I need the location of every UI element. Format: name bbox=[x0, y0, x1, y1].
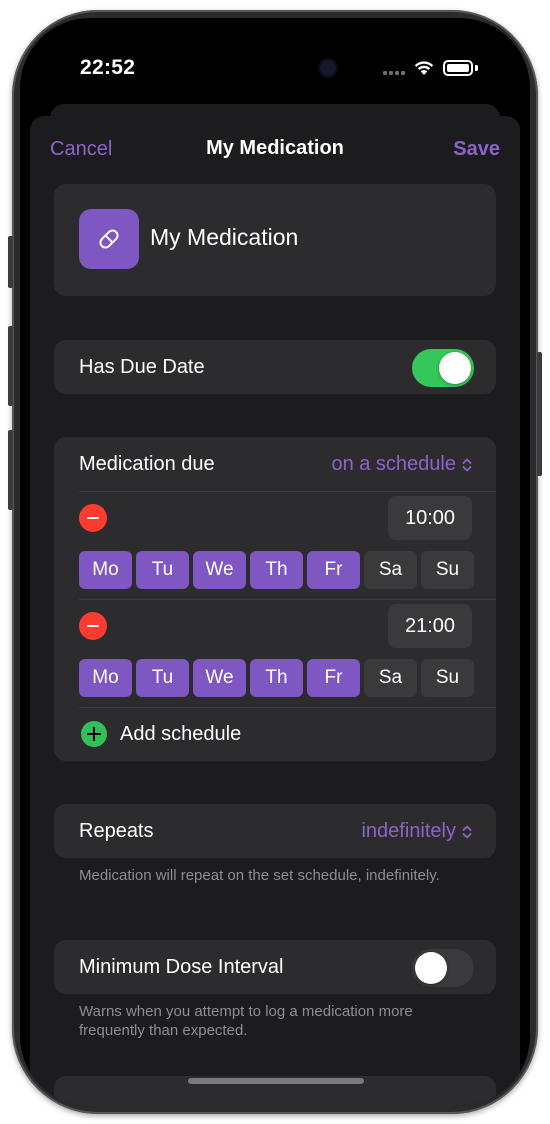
cellular-icon bbox=[383, 61, 405, 75]
divider bbox=[79, 491, 496, 492]
day-toggle-su[interactable]: Su bbox=[421, 551, 474, 589]
min-dose-interval-label: Minimum Dose Interval bbox=[79, 956, 284, 978]
day-toggle-th[interactable]: Th bbox=[250, 551, 303, 589]
medication-name-field[interactable]: My Medication bbox=[150, 224, 298, 251]
day-toggle-sa[interactable]: Sa bbox=[364, 659, 417, 697]
repeats-row: Repeats indefinitely bbox=[54, 804, 496, 858]
divider bbox=[79, 707, 496, 708]
has-due-date-label: Has Due Date bbox=[79, 356, 205, 378]
weekday-selector: Mo Tu We Th Fr Sa Su bbox=[79, 659, 474, 697]
day-toggle-su[interactable]: Su bbox=[421, 659, 474, 697]
min-dose-interval-row: Minimum Dose Interval bbox=[54, 940, 496, 994]
has-due-date-row: Has Due Date bbox=[54, 340, 496, 394]
remove-schedule-button[interactable] bbox=[79, 504, 107, 532]
medication-sheet: Cancel My Medication Save My Medication … bbox=[30, 116, 520, 1106]
day-toggle-tu[interactable]: Tu bbox=[136, 551, 189, 589]
day-toggle-mo[interactable]: Mo bbox=[79, 551, 132, 589]
schedule-time-picker[interactable]: 10:00 bbox=[388, 496, 472, 540]
day-toggle-we[interactable]: We bbox=[193, 551, 246, 589]
status-icons bbox=[383, 58, 478, 78]
power-button bbox=[537, 352, 542, 476]
save-button[interactable]: Save bbox=[453, 138, 500, 161]
pill-icon bbox=[99, 229, 119, 249]
add-schedule-icon[interactable] bbox=[81, 721, 107, 747]
screen: 22:52 Cancel My Medication Save My Medic… bbox=[20, 18, 530, 1106]
divider bbox=[79, 599, 496, 600]
volume-down-button bbox=[8, 430, 13, 510]
home-indicator[interactable] bbox=[188, 1078, 364, 1084]
min-dose-interval-toggle[interactable] bbox=[412, 949, 474, 987]
remove-schedule-button[interactable] bbox=[79, 612, 107, 640]
weekday-selector: Mo Tu We Th Fr Sa Su bbox=[79, 551, 474, 589]
chevron-up-down-icon bbox=[462, 825, 472, 838]
status-time: 22:52 bbox=[80, 56, 136, 79]
medication-due-picker[interactable]: on a schedule bbox=[331, 453, 472, 476]
day-toggle-fr[interactable]: Fr bbox=[307, 659, 360, 697]
volume-up-button bbox=[8, 326, 13, 406]
chevron-up-down-icon bbox=[462, 458, 472, 471]
action-button bbox=[8, 236, 13, 288]
min-dose-interval-footnote: Warns when you attempt to log a medicati… bbox=[79, 1003, 413, 1039]
sheet-title: My Medication bbox=[206, 137, 344, 159]
repeats-label: Repeats bbox=[79, 820, 154, 842]
add-schedule-button[interactable]: Add schedule bbox=[120, 723, 241, 746]
day-toggle-we[interactable]: We bbox=[193, 659, 246, 697]
medication-due-value: on a schedule bbox=[331, 453, 456, 475]
schedule-time-picker[interactable]: 21:00 bbox=[388, 604, 472, 648]
day-toggle-mo[interactable]: Mo bbox=[79, 659, 132, 697]
day-toggle-fr[interactable]: Fr bbox=[307, 551, 360, 589]
has-due-date-toggle[interactable] bbox=[412, 349, 474, 387]
toggle-knob bbox=[439, 352, 471, 384]
repeats-value: indefinitely bbox=[361, 820, 456, 842]
day-toggle-sa[interactable]: Sa bbox=[364, 551, 417, 589]
medication-icon-button[interactable] bbox=[79, 209, 139, 269]
wifi-icon bbox=[414, 61, 434, 75]
medication-due-label: Medication due bbox=[79, 453, 215, 475]
medication-name-card: My Medication bbox=[54, 184, 496, 296]
battery-tip bbox=[475, 65, 478, 71]
repeats-footnote: Medication will repeat on the set schedu… bbox=[79, 867, 440, 884]
schedule-card: Medication due on a schedule 10:00 Mo Tu… bbox=[54, 437, 496, 761]
toggle-knob bbox=[415, 952, 447, 984]
camera-icon bbox=[320, 60, 336, 76]
day-toggle-th[interactable]: Th bbox=[250, 659, 303, 697]
repeats-picker[interactable]: indefinitely bbox=[361, 820, 472, 843]
battery-icon bbox=[443, 60, 473, 76]
day-toggle-tu[interactable]: Tu bbox=[136, 659, 189, 697]
